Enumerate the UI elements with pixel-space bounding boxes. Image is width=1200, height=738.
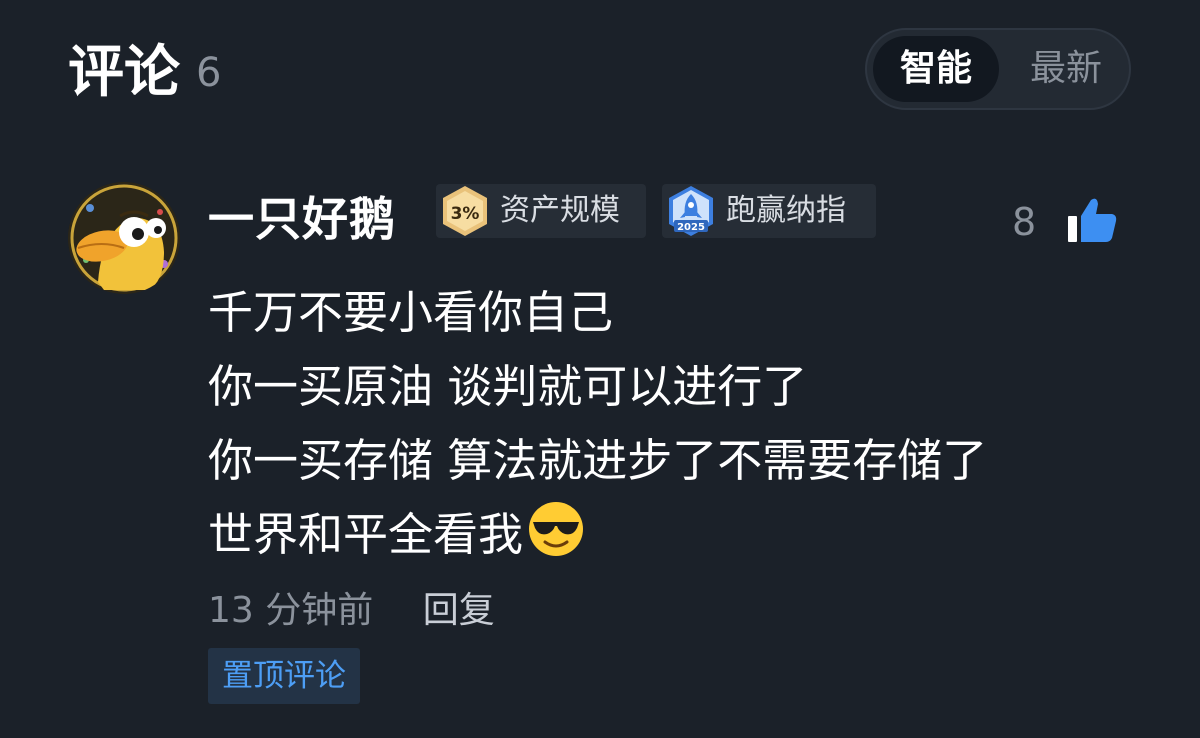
comment-timestamp: 13 分钟前	[208, 590, 374, 631]
sort-latest-button[interactable]: 最新	[1007, 36, 1125, 102]
comments-count: 6	[196, 50, 222, 96]
sunglasses-emoji-icon	[529, 502, 584, 556]
rocket-medal-icon: 2025	[669, 186, 713, 236]
comment-line: 你一买存储 算法就进步了不需要存储了	[208, 434, 988, 487]
reply-button[interactable]: 回复	[423, 590, 495, 631]
like-count: 8	[1012, 200, 1037, 244]
badge-1-icon-text: 3%	[451, 204, 480, 224]
badge-2-icon-text: 2025	[677, 222, 705, 233]
avatar[interactable]	[68, 182, 180, 294]
sort-toggle: 智能 最新	[865, 28, 1131, 110]
badge-1-label: 资产规模	[500, 193, 620, 228]
comment-username[interactable]: 一只好鹅	[208, 188, 396, 250]
comment-line-text: 世界和平全看我	[208, 508, 524, 561]
duck-avatar-icon	[68, 182, 180, 294]
comment-meta: 13 分钟前 回复	[208, 586, 495, 636]
percent-medal-icon: 3%	[443, 186, 487, 236]
comment-line: 你一买原油 谈判就可以进行了	[208, 360, 808, 413]
badge-beat-nasdaq[interactable]: 2025 跑赢纳指	[662, 184, 876, 238]
comment-text: 千万不要小看你自己 你一买原油 谈判就可以进行了 你一买存储 算法就进步了不需要…	[208, 276, 987, 572]
sort-smart-button[interactable]: 智能	[873, 36, 999, 102]
comment-line: 千万不要小看你自己	[208, 286, 614, 339]
thumbs-up-icon[interactable]	[1066, 194, 1118, 246]
pinned-comment-badge: 置顶评论	[208, 648, 360, 704]
comment-line-last: 世界和平全看我	[208, 498, 987, 572]
comments-title: 评论	[68, 40, 180, 105]
badge-asset-scale[interactable]: 3% 资产规模	[436, 184, 646, 238]
badge-2-label: 跑赢纳指	[726, 193, 846, 228]
